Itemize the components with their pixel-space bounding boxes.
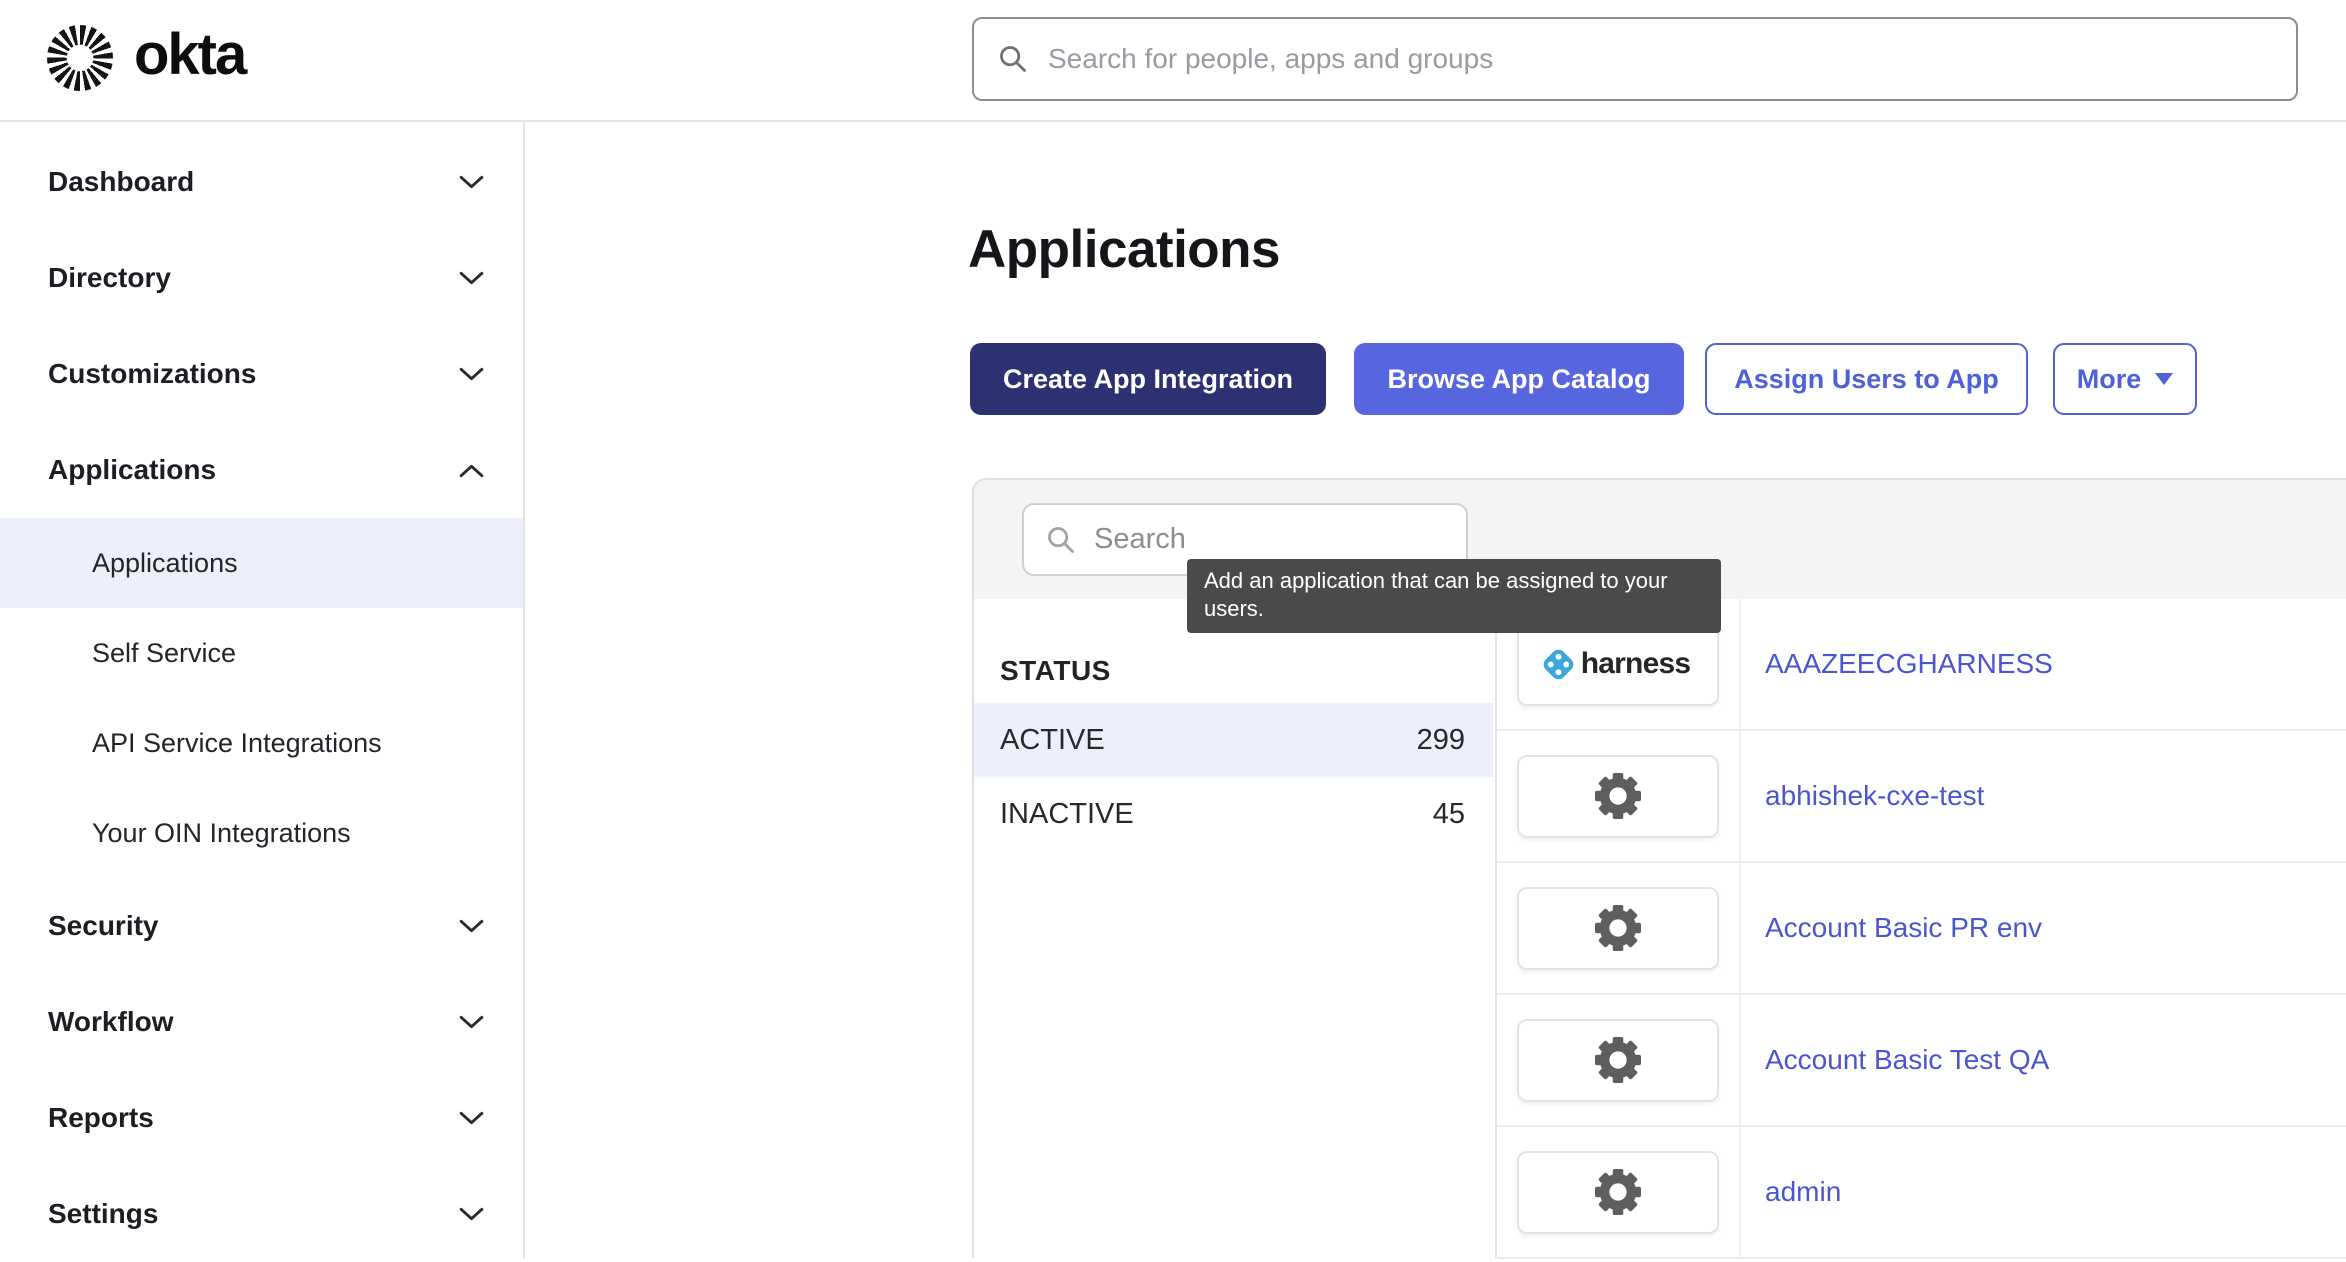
sidebar-item-label: Dashboard: [48, 166, 194, 198]
app-logo-card: harness: [1517, 623, 1719, 706]
okta-wordmark: okta: [134, 26, 245, 84]
gear-icon: [1595, 905, 1641, 951]
sidebar-item-customizations[interactable]: Customizations: [0, 326, 523, 422]
sidebar-item-security[interactable]: Security: [0, 878, 523, 974]
app-logo-card: [1517, 1151, 1719, 1234]
sidebar-item-label: Security: [48, 910, 159, 942]
okta-logo[interactable]: okta: [46, 24, 245, 92]
chevron-up-icon: [458, 462, 485, 479]
app-link[interactable]: abhishek-cxe-test: [1765, 780, 1984, 812]
button-label: Create App Integration: [1003, 364, 1293, 395]
app-list: harness AAAZEECGHARNESS abhishek-cxe-tes…: [1495, 599, 2346, 1258]
sidebar-item-label: Workflow: [48, 1006, 173, 1038]
chevron-down-icon: [458, 1110, 485, 1127]
sidebar-item-label: Applications: [48, 454, 216, 486]
chevron-down-icon: [458, 270, 485, 287]
search-icon: [1046, 525, 1076, 555]
browse-app-catalog-button[interactable]: Browse App Catalog: [1354, 343, 1684, 415]
top-header-bar: okta: [0, 0, 2346, 122]
sidebar-subitem-applications[interactable]: Applications: [0, 518, 523, 608]
app-logo-card: [1517, 887, 1719, 970]
page-title: Applications: [968, 220, 1280, 281]
sidebar-item-settings[interactable]: Settings: [0, 1166, 523, 1262]
create-app-integration-button[interactable]: Create App Integration: [970, 343, 1326, 415]
app-link[interactable]: admin: [1765, 1176, 1841, 1208]
button-label: Browse App Catalog: [1387, 364, 1650, 395]
chevron-down-icon: [458, 1206, 485, 1223]
app-link[interactable]: Account Basic PR env: [1765, 912, 2042, 944]
sidebar-subitem-your-oin-integrations[interactable]: Your OIN Integrations: [0, 788, 523, 878]
sidebar-subitem-api-service-integrations[interactable]: API Service Integrations: [0, 698, 523, 788]
more-button[interactable]: More: [2053, 343, 2197, 415]
gear-icon: [1595, 1169, 1641, 1215]
sidebar-item-label: Customizations: [48, 358, 256, 390]
app-logo-card: [1517, 1019, 1719, 1102]
app-logo-cell: [1497, 863, 1741, 993]
app-logo-cell: [1497, 731, 1741, 861]
sidebar-subitem-label: Applications: [92, 548, 238, 579]
sidebar-item-applications[interactable]: Applications: [0, 422, 523, 518]
status-filter-label: INACTIVE: [1000, 798, 1134, 831]
sidebar-item-workflow[interactable]: Workflow: [0, 974, 523, 1070]
harness-diamond-icon: [1541, 646, 1576, 681]
app-link[interactable]: Account Basic Test QA: [1765, 1044, 2049, 1076]
global-search-input[interactable]: [1046, 42, 2272, 76]
sidebar-item-reports[interactable]: Reports: [0, 1070, 523, 1166]
status-filter-count: 299: [1417, 724, 1465, 757]
search-icon: [998, 44, 1028, 74]
chevron-down-icon: [458, 174, 485, 191]
app-row: abhishek-cxe-test: [1497, 731, 2346, 863]
harness-logo-text: harness: [1581, 647, 1690, 681]
app-logo-card: [1517, 755, 1719, 838]
sidebar-item-label: Settings: [48, 1198, 158, 1230]
sidebar-subitem-label: API Service Integrations: [92, 728, 382, 759]
tooltip: Add an application that can be assigned …: [1187, 559, 1721, 633]
sidebar-subitem-label: Self Service: [92, 638, 236, 669]
app-logo-cell: [1497, 995, 1741, 1125]
caret-down-icon: [2155, 373, 2173, 385]
sidebar-item-dashboard[interactable]: Dashboard: [0, 134, 523, 230]
chevron-down-icon: [458, 918, 485, 935]
app-logo-cell: [1497, 1127, 1741, 1257]
global-search-box[interactable]: [972, 17, 2298, 101]
okta-sunburst-icon: [46, 24, 114, 92]
app-row: Account Basic PR env: [1497, 863, 2346, 995]
sidebar-subitem-self-service[interactable]: Self Service: [0, 608, 523, 698]
button-label: More: [2077, 364, 2142, 395]
gear-icon: [1595, 1037, 1641, 1083]
gear-icon: [1595, 773, 1641, 819]
sidebar-item-label: Reports: [48, 1102, 154, 1134]
button-label: Assign Users to App: [1734, 364, 1999, 395]
status-filter-inactive[interactable]: INACTIVE 45: [974, 777, 1493, 851]
sidebar-item-label: Directory: [48, 262, 171, 294]
status-filter-label: ACTIVE: [1000, 724, 1105, 757]
chevron-down-icon: [458, 366, 485, 383]
status-filter-pane: STATUS ACTIVE 299 INACTIVE 45: [974, 599, 1493, 1258]
sidebar-nav: Dashboard Directory Customizations Appli…: [0, 120, 525, 1258]
status-filter-active[interactable]: ACTIVE 299: [974, 703, 1493, 777]
harness-logo: harness: [1546, 647, 1690, 681]
sidebar-item-directory[interactable]: Directory: [0, 230, 523, 326]
app-row: admin: [1497, 1127, 2346, 1259]
app-list-search-input[interactable]: [1092, 522, 1473, 557]
status-filter-count: 45: [1433, 798, 1465, 831]
assign-users-to-app-button[interactable]: Assign Users to App: [1705, 343, 2028, 415]
chevron-down-icon: [458, 1014, 485, 1031]
app-link[interactable]: AAAZEECGHARNESS: [1765, 648, 2053, 680]
app-row: Account Basic Test QA: [1497, 995, 2346, 1127]
sidebar-subitem-label: Your OIN Integrations: [92, 818, 351, 849]
